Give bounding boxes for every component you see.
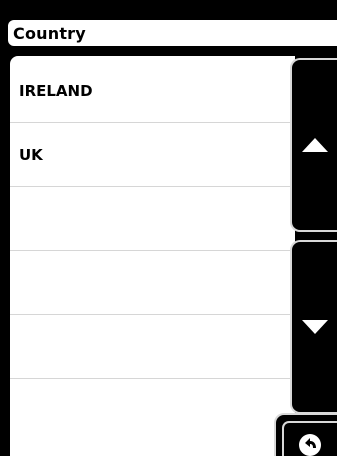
page-title: Country <box>13 23 86 43</box>
title-bar: Country <box>8 20 337 46</box>
back-arrow-icon <box>299 434 321 456</box>
triangle-down-icon <box>301 320 328 334</box>
list-item[interactable] <box>10 315 295 379</box>
list-item[interactable]: IRELAND <box>10 59 295 123</box>
scroll-up-button[interactable] <box>290 58 337 232</box>
country-select-screen: Country IRELAND UK <box>0 0 337 456</box>
list-item[interactable] <box>10 379 295 443</box>
back-button[interactable] <box>274 413 337 456</box>
back-button-face <box>282 421 337 456</box>
country-list: IRELAND UK <box>10 56 295 456</box>
scroll-down-button[interactable] <box>290 240 337 414</box>
list-item[interactable]: UK <box>10 123 295 187</box>
list-item[interactable] <box>10 187 295 251</box>
list-item[interactable] <box>10 251 295 315</box>
list-item-label: IRELAND <box>19 81 93 100</box>
list-item-label: UK <box>19 145 43 164</box>
triangle-up-icon <box>301 138 328 152</box>
